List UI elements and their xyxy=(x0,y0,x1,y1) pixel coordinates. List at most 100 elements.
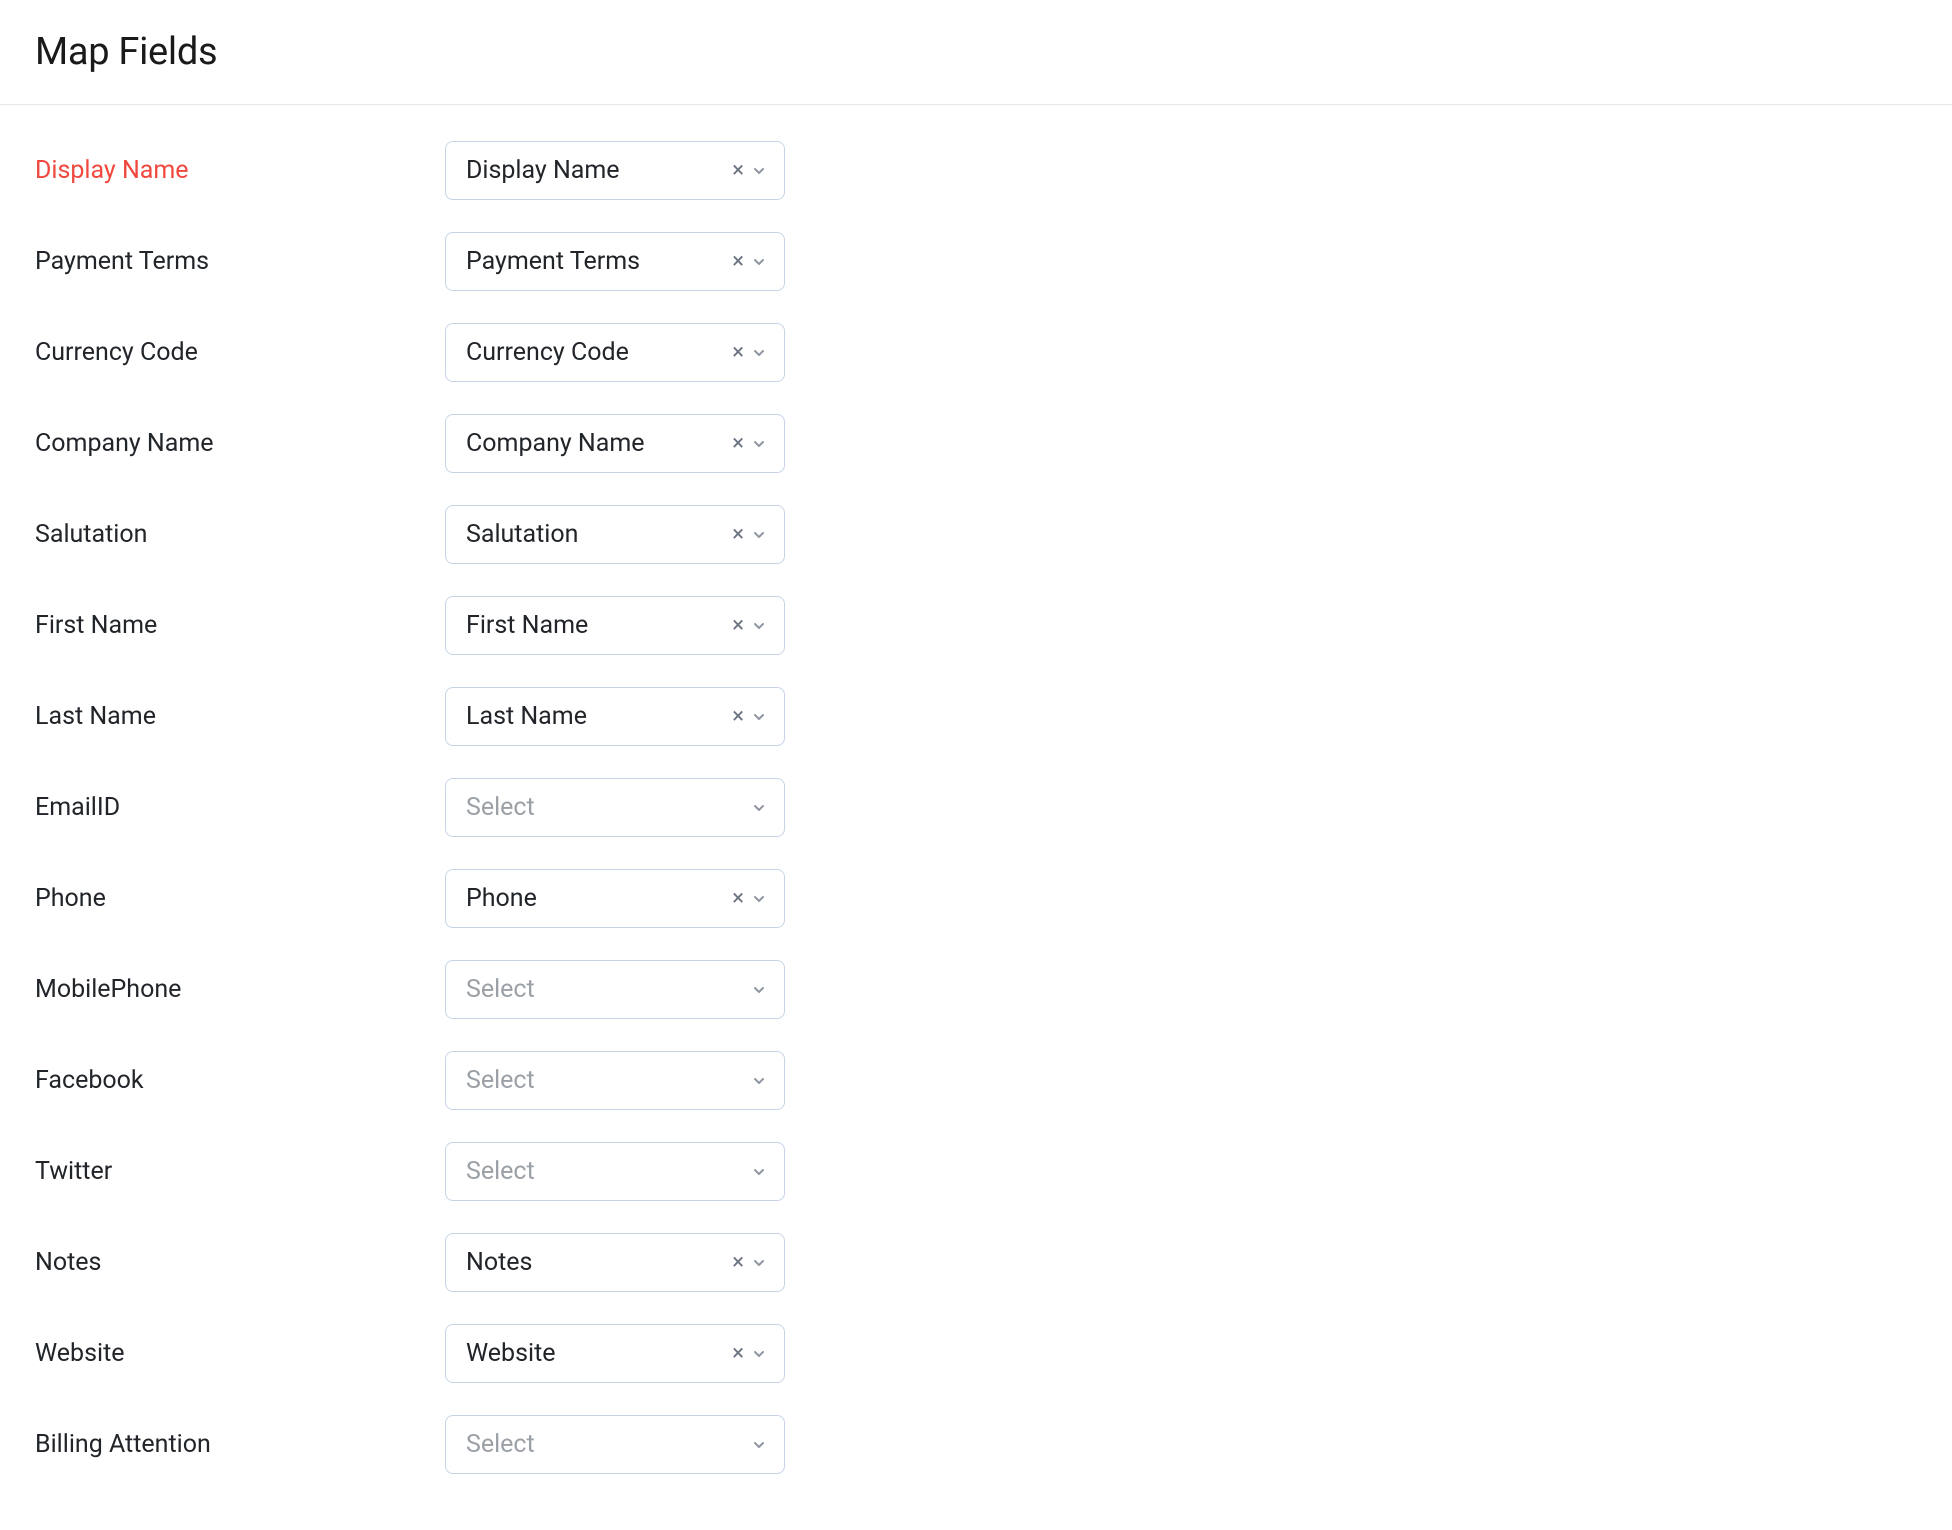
select-placeholder: Select xyxy=(466,793,742,822)
select-value: Last Name xyxy=(466,702,722,731)
clear-icon[interactable]: × xyxy=(730,886,744,912)
select-value: Display Name xyxy=(466,156,722,185)
field-select[interactable]: Select xyxy=(445,1142,785,1201)
chevron-down-icon[interactable] xyxy=(750,435,768,453)
field-row: Billing Attention Select xyxy=(35,1399,1917,1490)
field-select[interactable]: Select xyxy=(445,778,785,837)
field-select[interactable]: Select xyxy=(445,1051,785,1110)
select-placeholder: Select xyxy=(466,975,742,1004)
field-select[interactable]: Select xyxy=(445,1415,785,1474)
select-value: Payment Terms xyxy=(466,247,722,276)
field-select[interactable]: First Name × xyxy=(445,596,785,655)
field-label: Twitter xyxy=(35,1157,445,1186)
chevron-down-icon[interactable] xyxy=(750,708,768,726)
field-select-wrap: First Name × xyxy=(445,596,785,655)
field-select[interactable]: Select xyxy=(445,960,785,1019)
select-value: First Name xyxy=(466,611,722,640)
select-placeholder: Select xyxy=(466,1066,742,1095)
chevron-down-icon[interactable] xyxy=(750,1254,768,1272)
field-select[interactable]: Display Name × xyxy=(445,141,785,200)
chevron-down-icon[interactable] xyxy=(750,1072,768,1090)
field-select[interactable]: Last Name × xyxy=(445,687,785,746)
field-row: Notes Notes × xyxy=(35,1217,1917,1308)
field-mapping-body: Display NameDisplay Name×Payment TermsPa… xyxy=(0,105,1952,1530)
field-label: Display Name xyxy=(35,156,445,185)
select-value: Salutation xyxy=(466,520,722,549)
select-indicators xyxy=(750,799,768,817)
field-row: Payment Terms Payment Terms × xyxy=(35,216,1917,307)
clear-icon[interactable]: × xyxy=(730,522,744,548)
clear-icon[interactable]: × xyxy=(730,249,744,275)
chevron-down-icon[interactable] xyxy=(750,1436,768,1454)
select-indicators: × xyxy=(730,886,768,912)
field-select[interactable]: Phone× xyxy=(445,869,785,928)
field-select[interactable]: Currency Code × xyxy=(445,323,785,382)
field-label: Payment Terms xyxy=(35,247,445,276)
chevron-down-icon[interactable] xyxy=(750,1345,768,1363)
select-indicators: × xyxy=(730,522,768,548)
clear-icon[interactable]: × xyxy=(730,158,744,184)
field-row: Twitter Select xyxy=(35,1126,1917,1217)
select-value: Company Name xyxy=(466,429,722,458)
clear-icon[interactable]: × xyxy=(730,1341,744,1367)
field-select[interactable]: Website × xyxy=(445,1324,785,1383)
field-row: Last Name Last Name × xyxy=(35,671,1917,762)
field-select-wrap: Company Name × xyxy=(445,414,785,473)
clear-icon[interactable]: × xyxy=(730,1250,744,1276)
field-select-wrap: Payment Terms × xyxy=(445,232,785,291)
chevron-down-icon[interactable] xyxy=(750,253,768,271)
field-select[interactable]: Notes × xyxy=(445,1233,785,1292)
field-label: Salutation xyxy=(35,520,445,549)
chevron-down-icon[interactable] xyxy=(750,981,768,999)
field-label: Company Name xyxy=(35,429,445,458)
field-select-wrap: Last Name × xyxy=(445,687,785,746)
map-fields-page: Map Fields Display NameDisplay Name×Paym… xyxy=(0,0,1952,1530)
clear-icon[interactable]: × xyxy=(730,431,744,457)
field-row: FacebookSelect xyxy=(35,1035,1917,1126)
select-indicators: × xyxy=(730,431,768,457)
select-indicators: × xyxy=(730,1250,768,1276)
select-indicators xyxy=(750,1163,768,1181)
select-value: Currency Code xyxy=(466,338,722,367)
clear-icon[interactable]: × xyxy=(730,340,744,366)
select-value: Notes xyxy=(466,1248,722,1277)
field-label: EmailID xyxy=(35,793,445,822)
field-select[interactable]: Salutation × xyxy=(445,505,785,564)
field-select[interactable]: Payment Terms × xyxy=(445,232,785,291)
chevron-down-icon[interactable] xyxy=(750,890,768,908)
field-select-wrap: Currency Code × xyxy=(445,323,785,382)
field-label: First Name xyxy=(35,611,445,640)
field-row: Salutation Salutation × xyxy=(35,489,1917,580)
field-select[interactable]: Company Name × xyxy=(445,414,785,473)
field-row: Company Name Company Name × xyxy=(35,398,1917,489)
select-indicators: × xyxy=(730,704,768,730)
select-placeholder: Select xyxy=(466,1157,742,1186)
field-select-wrap: Select xyxy=(445,1142,785,1201)
field-label: Phone xyxy=(35,884,445,913)
select-indicators xyxy=(750,1436,768,1454)
field-select-wrap: Select xyxy=(445,960,785,1019)
chevron-down-icon[interactable] xyxy=(750,526,768,544)
field-label: Notes xyxy=(35,1248,445,1277)
clear-icon[interactable]: × xyxy=(730,613,744,639)
select-value: Website xyxy=(466,1339,722,1368)
select-indicators: × xyxy=(730,1341,768,1367)
field-label: Currency Code xyxy=(35,338,445,367)
field-row: PhonePhone× xyxy=(35,853,1917,944)
field-select-wrap: Website × xyxy=(445,1324,785,1383)
select-indicators: × xyxy=(730,249,768,275)
field-label: Last Name xyxy=(35,702,445,731)
select-placeholder: Select xyxy=(466,1430,742,1459)
field-select-wrap: Display Name × xyxy=(445,141,785,200)
field-label: MobilePhone xyxy=(35,975,445,1004)
chevron-down-icon[interactable] xyxy=(750,617,768,635)
field-label: Billing Attention xyxy=(35,1430,445,1459)
chevron-down-icon[interactable] xyxy=(750,799,768,817)
field-row: MobilePhone Select xyxy=(35,944,1917,1035)
chevron-down-icon[interactable] xyxy=(750,1163,768,1181)
chevron-down-icon[interactable] xyxy=(750,344,768,362)
chevron-down-icon[interactable] xyxy=(750,162,768,180)
select-indicators: × xyxy=(730,158,768,184)
clear-icon[interactable]: × xyxy=(730,704,744,730)
field-row: WebsiteWebsite × xyxy=(35,1308,1917,1399)
